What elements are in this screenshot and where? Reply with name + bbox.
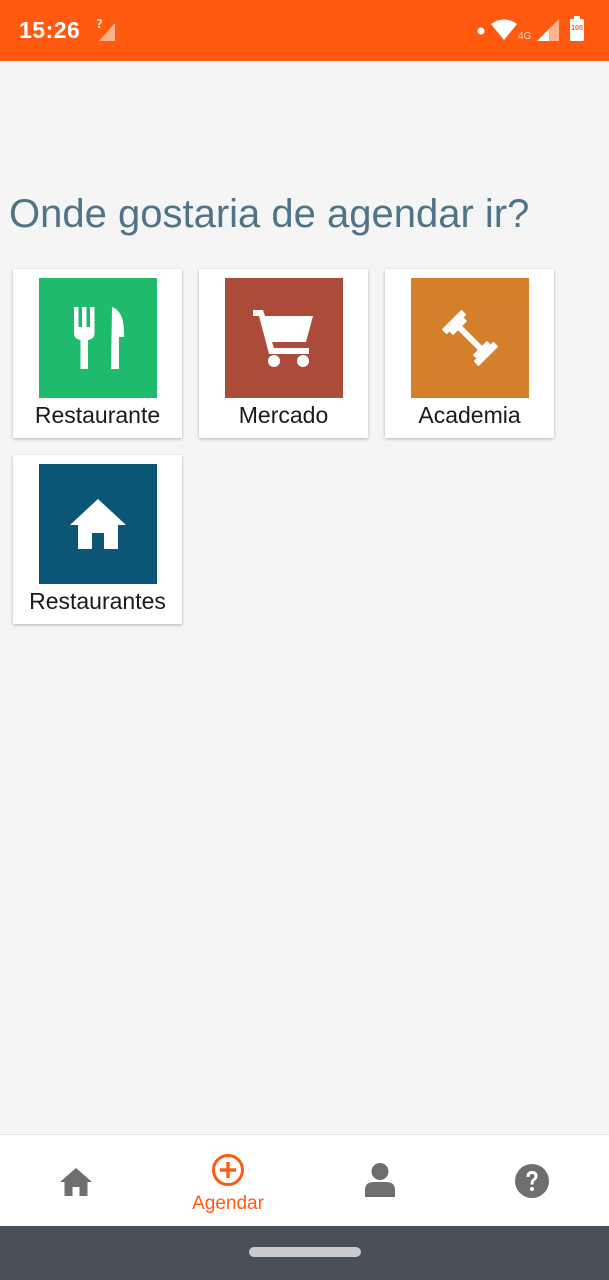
category-icon-box [225, 278, 343, 398]
system-navigation-bar [0, 1226, 609, 1280]
page-title: Onde gostaria de agendar ir? [9, 192, 530, 236]
nav-item-home[interactable] [0, 1135, 152, 1227]
nav-item-agendar[interactable]: Agendar [152, 1135, 304, 1227]
svg-text:?: ? [96, 17, 103, 31]
category-label: Restaurante [34, 402, 161, 428]
home-icon [70, 499, 126, 549]
category-icon-box [411, 278, 529, 398]
nav-label-agendar: Agendar [192, 1193, 264, 1214]
home-icon [60, 1168, 92, 1196]
signal-question-icon: ? [96, 17, 115, 41]
category-tile-restaurante[interactable]: Restaurante [13, 269, 182, 438]
home-gesture-pill[interactable] [249, 1247, 361, 1257]
category-tile-mercado[interactable]: Mercado [199, 269, 368, 438]
category-label: Mercado [238, 402, 329, 428]
category-icon-box [39, 278, 157, 398]
wifi-icon [491, 19, 517, 40]
shopping-cart-icon [253, 310, 313, 367]
category-label: Restaurantes [29, 588, 166, 614]
nav-item-help[interactable] [456, 1135, 608, 1227]
bottom-navigation: Agendar [0, 1134, 609, 1226]
fork-knife-icon [74, 307, 124, 369]
cell-signal-icon [537, 19, 559, 41]
dumbbell-icon [442, 310, 498, 366]
nav-item-profile[interactable] [304, 1135, 456, 1227]
category-label: Academia [418, 402, 521, 428]
notification-dot-icon [477, 27, 485, 35]
network-type-label: 4G [518, 31, 532, 42]
person-icon [365, 1163, 395, 1197]
add-circle-icon [212, 1154, 244, 1186]
category-tile-restaurantes[interactable]: Restaurantes [13, 455, 182, 624]
category-icon-box [39, 464, 157, 584]
help-icon [515, 1164, 549, 1198]
status-time: 15:26 [19, 17, 81, 43]
status-bar: 15:26 ? 4G 100 [0, 0, 609, 61]
battery-level-label: 100 [571, 25, 583, 32]
category-tile-academia[interactable]: Academia [385, 269, 554, 438]
